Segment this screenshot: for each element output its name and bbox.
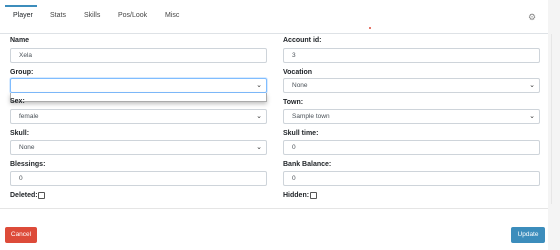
skull-time-value: 0 (292, 144, 296, 151)
vocation-value: None (292, 82, 308, 89)
tab-misc[interactable]: Misc (165, 12, 179, 19)
chevron-down-icon: ⌄ (256, 113, 262, 120)
divider (0, 208, 548, 209)
group-select[interactable]: ⌄ (10, 78, 267, 93)
active-tab-indicator (5, 5, 37, 7)
skull-time-label: Skull time: (283, 130, 319, 137)
tab-pos-look[interactable]: Pos/Look (118, 12, 147, 19)
town-value: Sample town (292, 113, 330, 120)
skull-select[interactable]: None ⌄ (10, 140, 267, 155)
name-value: Xela (19, 52, 33, 59)
group-dropdown-list[interactable] (10, 93, 267, 102)
bank-balance-field[interactable]: 0 (283, 171, 540, 186)
vocation-select[interactable]: None ⌄ (283, 78, 540, 93)
account-id-value: 3 (292, 52, 296, 59)
town-select[interactable]: Sample town ⌄ (283, 109, 540, 124)
page-side-panel (548, 0, 560, 250)
bank-balance-value: 0 (292, 175, 296, 182)
chevron-down-icon: ⌄ (529, 113, 535, 120)
gear-icon[interactable]: ⚙ (528, 13, 536, 22)
group-label: Group: (10, 69, 34, 76)
chevron-down-icon: ⌄ (256, 144, 262, 151)
deleted-checkbox[interactable] (38, 192, 45, 199)
chevron-down-icon: ⌄ (529, 82, 535, 89)
tab-skills[interactable]: Skills (84, 12, 100, 19)
tab-bar: Player Stats Skills Pos/Look Misc ⚙ (0, 0, 548, 34)
skull-time-field[interactable]: 0 (283, 140, 540, 155)
sex-value: female (19, 113, 39, 120)
blessings-label: Blessings: (10, 161, 46, 168)
tab-stats[interactable]: Stats (50, 12, 66, 19)
sex-select[interactable]: female ⌄ (10, 109, 267, 124)
name-field[interactable]: Xela (10, 48, 267, 63)
chevron-down-icon: ⌄ (256, 82, 262, 89)
deleted-label: Deleted: (10, 192, 38, 199)
hidden-checkbox[interactable] (310, 192, 317, 199)
vocation-label: Vocation (283, 69, 313, 76)
sex-label: Sex: (10, 98, 25, 105)
notification-dot (369, 27, 371, 29)
name-label: Name (10, 37, 30, 44)
hidden-label: Hidden: (283, 192, 310, 199)
skull-label: Skull: (10, 130, 30, 137)
town-label: Town: (283, 99, 304, 106)
account-id-label: Account id: (283, 37, 322, 44)
update-button[interactable]: Update (511, 227, 545, 243)
cancel-button[interactable]: Cancel (5, 227, 37, 243)
blessings-field[interactable]: 0 (10, 171, 267, 186)
blessings-value: 0 (19, 175, 23, 182)
account-id-field[interactable]: 3 (283, 48, 540, 63)
bank-balance-label: Bank Balance: (283, 161, 332, 168)
skull-value: None (19, 144, 35, 151)
scrollbar-track[interactable] (551, 34, 552, 204)
tab-player[interactable]: Player (13, 12, 33, 19)
